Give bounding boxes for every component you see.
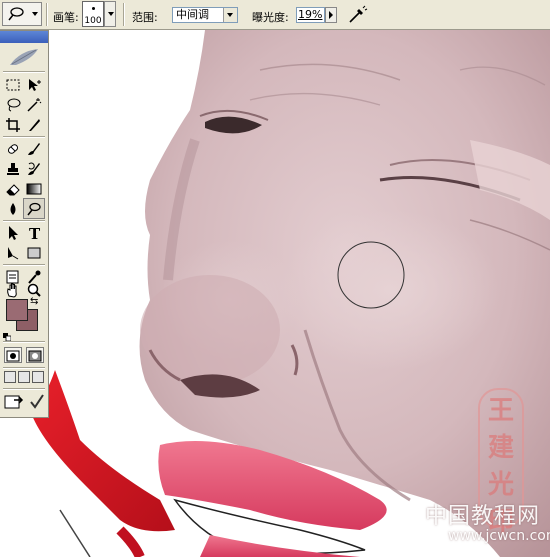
watermark-site-name: 中国教程网 [425,504,541,529]
quick-mask-mode-button[interactable] [26,347,44,363]
range-value: 中间调 [176,8,209,21]
tool-clone-stamp[interactable] [3,159,23,179]
foreground-color-swatch[interactable] [6,299,28,321]
document-canvas[interactable]: 王 建 光 印 中国教程网 www.jcwcn.com [0,30,550,557]
tool-preset-picker[interactable] [2,2,42,26]
exposure-input[interactable]: 19% [296,7,325,23]
toolbox-title-bar[interactable] [0,31,48,43]
full-screen-mode-button[interactable] [32,371,44,383]
brush-dropdown-button[interactable] [104,1,116,27]
range-select[interactable]: 中间调 [172,7,238,23]
separator [123,3,125,26]
exposure-slider-button[interactable] [325,7,337,23]
watermark-site-url: www.jcwcn.com [448,528,550,544]
tool-blur[interactable] [3,199,23,219]
standard-mode-button[interactable] [4,347,22,363]
jump-to-imageready-button[interactable] [4,392,26,412]
exposure-value: 19% [298,8,323,21]
tool-magic-wand[interactable] [24,95,44,115]
commit-check-icon[interactable] [28,392,46,412]
standard-screen-mode-button[interactable] [4,371,16,383]
separator [46,3,48,26]
tool-gradient[interactable] [24,179,44,199]
tool-move[interactable] [24,75,44,95]
range-label: 范围: [132,11,158,24]
tool-hand[interactable] [3,280,23,300]
tool-path-select[interactable] [3,223,23,243]
portrait-image [30,30,550,557]
tool-type[interactable]: T [24,223,44,243]
options-bar: 画笔: 100 范围: 中间调 曝光度: 19% [0,0,550,30]
seal-char: 光 [487,470,514,500]
chevron-down-icon [32,12,38,16]
feather-logo-icon[interactable] [6,47,42,69]
airbrush-toggle[interactable] [346,4,368,26]
tool-pen[interactable] [3,243,23,263]
tool-history-brush[interactable] [24,159,44,179]
tool-marquee[interactable] [3,75,23,95]
swap-colors-icon[interactable]: ⇆ [30,296,38,307]
tool-eraser[interactable] [3,179,23,199]
tool-lasso[interactable] [3,95,23,115]
chevron-down-icon [223,8,237,22]
tool-slice[interactable] [24,115,44,135]
brush-size: 100 [84,16,102,26]
tool-shape[interactable] [24,243,44,263]
exposure-label: 曝光度: [252,11,289,24]
airbrush-icon [346,5,368,30]
seal-char: 王 [487,396,514,426]
brush-tip-icon [92,7,95,10]
tool-healing-brush[interactable] [3,139,23,159]
brush-label: 画笔: [53,11,79,24]
svg-text:T: T [29,225,41,241]
tool-dodge[interactable] [23,198,45,219]
full-screen-menu-mode-button[interactable] [18,371,30,383]
tool-brush[interactable] [24,139,44,159]
brush-preview[interactable]: 100 [82,1,104,27]
default-colors-icon[interactable] [3,326,12,342]
seal-char: 建 [487,433,514,463]
toolbox-panel: T ⇆ [0,30,49,418]
dodge-icon [7,6,25,26]
tool-crop[interactable] [3,115,23,135]
